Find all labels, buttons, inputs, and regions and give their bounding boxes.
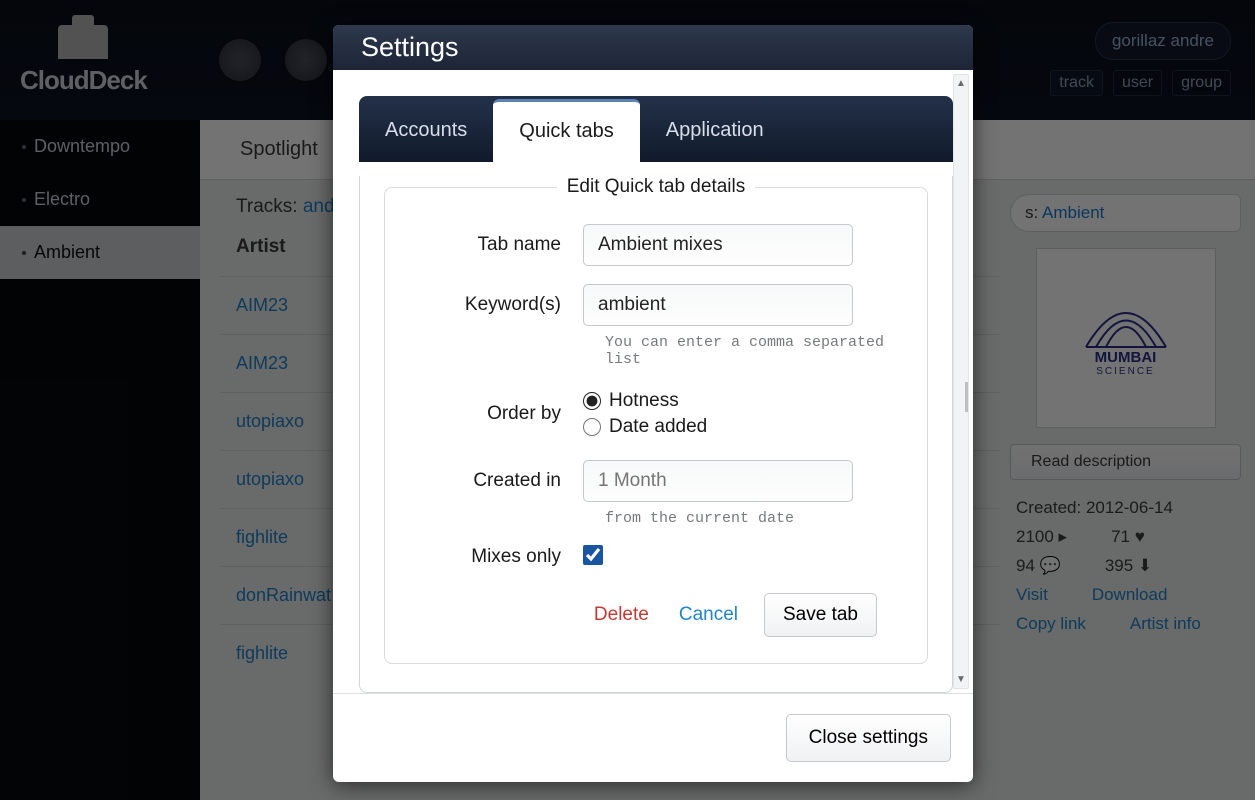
created-in-help: from the current date: [605, 510, 901, 527]
modal-body: ▲ ▼ Accounts Quick tabs Application Edit…: [333, 70, 973, 693]
tab-panel: Edit Quick tab details Tab name Keyword(…: [359, 176, 953, 693]
fieldset-legend: Edit Quick tab details: [557, 176, 755, 198]
mixes-only-checkbox[interactable]: [583, 545, 603, 565]
scrollbar[interactable]: ▲ ▼: [953, 74, 969, 689]
close-settings-button[interactable]: Close settings: [786, 714, 951, 762]
settings-tabs: Accounts Quick tabs Application: [359, 96, 953, 162]
keywords-help: You can enter a comma separated list: [605, 334, 901, 368]
cancel-button[interactable]: Cancel: [675, 594, 742, 636]
scroll-grip-icon: [965, 382, 968, 412]
delete-button[interactable]: Delete: [590, 594, 653, 636]
settings-modal: Settings ▲ ▼ Accounts Quick tabs Applica…: [333, 25, 973, 782]
mixes-only-label: Mixes only: [411, 546, 583, 568]
order-by-label: Order by: [411, 403, 583, 425]
quick-tab-fieldset: Edit Quick tab details Tab name Keyword(…: [384, 176, 928, 664]
scroll-down-icon: ▼: [956, 671, 966, 688]
keywords-input[interactable]: [583, 284, 853, 326]
order-date-radio[interactable]: [583, 418, 601, 436]
tab-accounts[interactable]: Accounts: [359, 101, 493, 162]
form-buttons: Delete Cancel Save tab: [411, 593, 877, 637]
order-hotness-radio[interactable]: [583, 392, 601, 410]
keywords-label: Keyword(s): [411, 294, 583, 316]
modal-footer: Close settings: [333, 693, 973, 782]
save-tab-button[interactable]: Save tab: [764, 593, 877, 637]
tab-name-label: Tab name: [411, 234, 583, 256]
created-in-label: Created in: [411, 470, 583, 492]
modal-title: Settings: [361, 32, 459, 63]
created-in-input[interactable]: [583, 460, 853, 502]
scroll-up-icon: ▲: [956, 75, 966, 92]
tab-application[interactable]: Application: [640, 101, 790, 162]
tab-quick-tabs[interactable]: Quick tabs: [493, 99, 639, 163]
tab-name-input[interactable]: [583, 224, 853, 266]
modal-header: Settings: [333, 25, 973, 70]
